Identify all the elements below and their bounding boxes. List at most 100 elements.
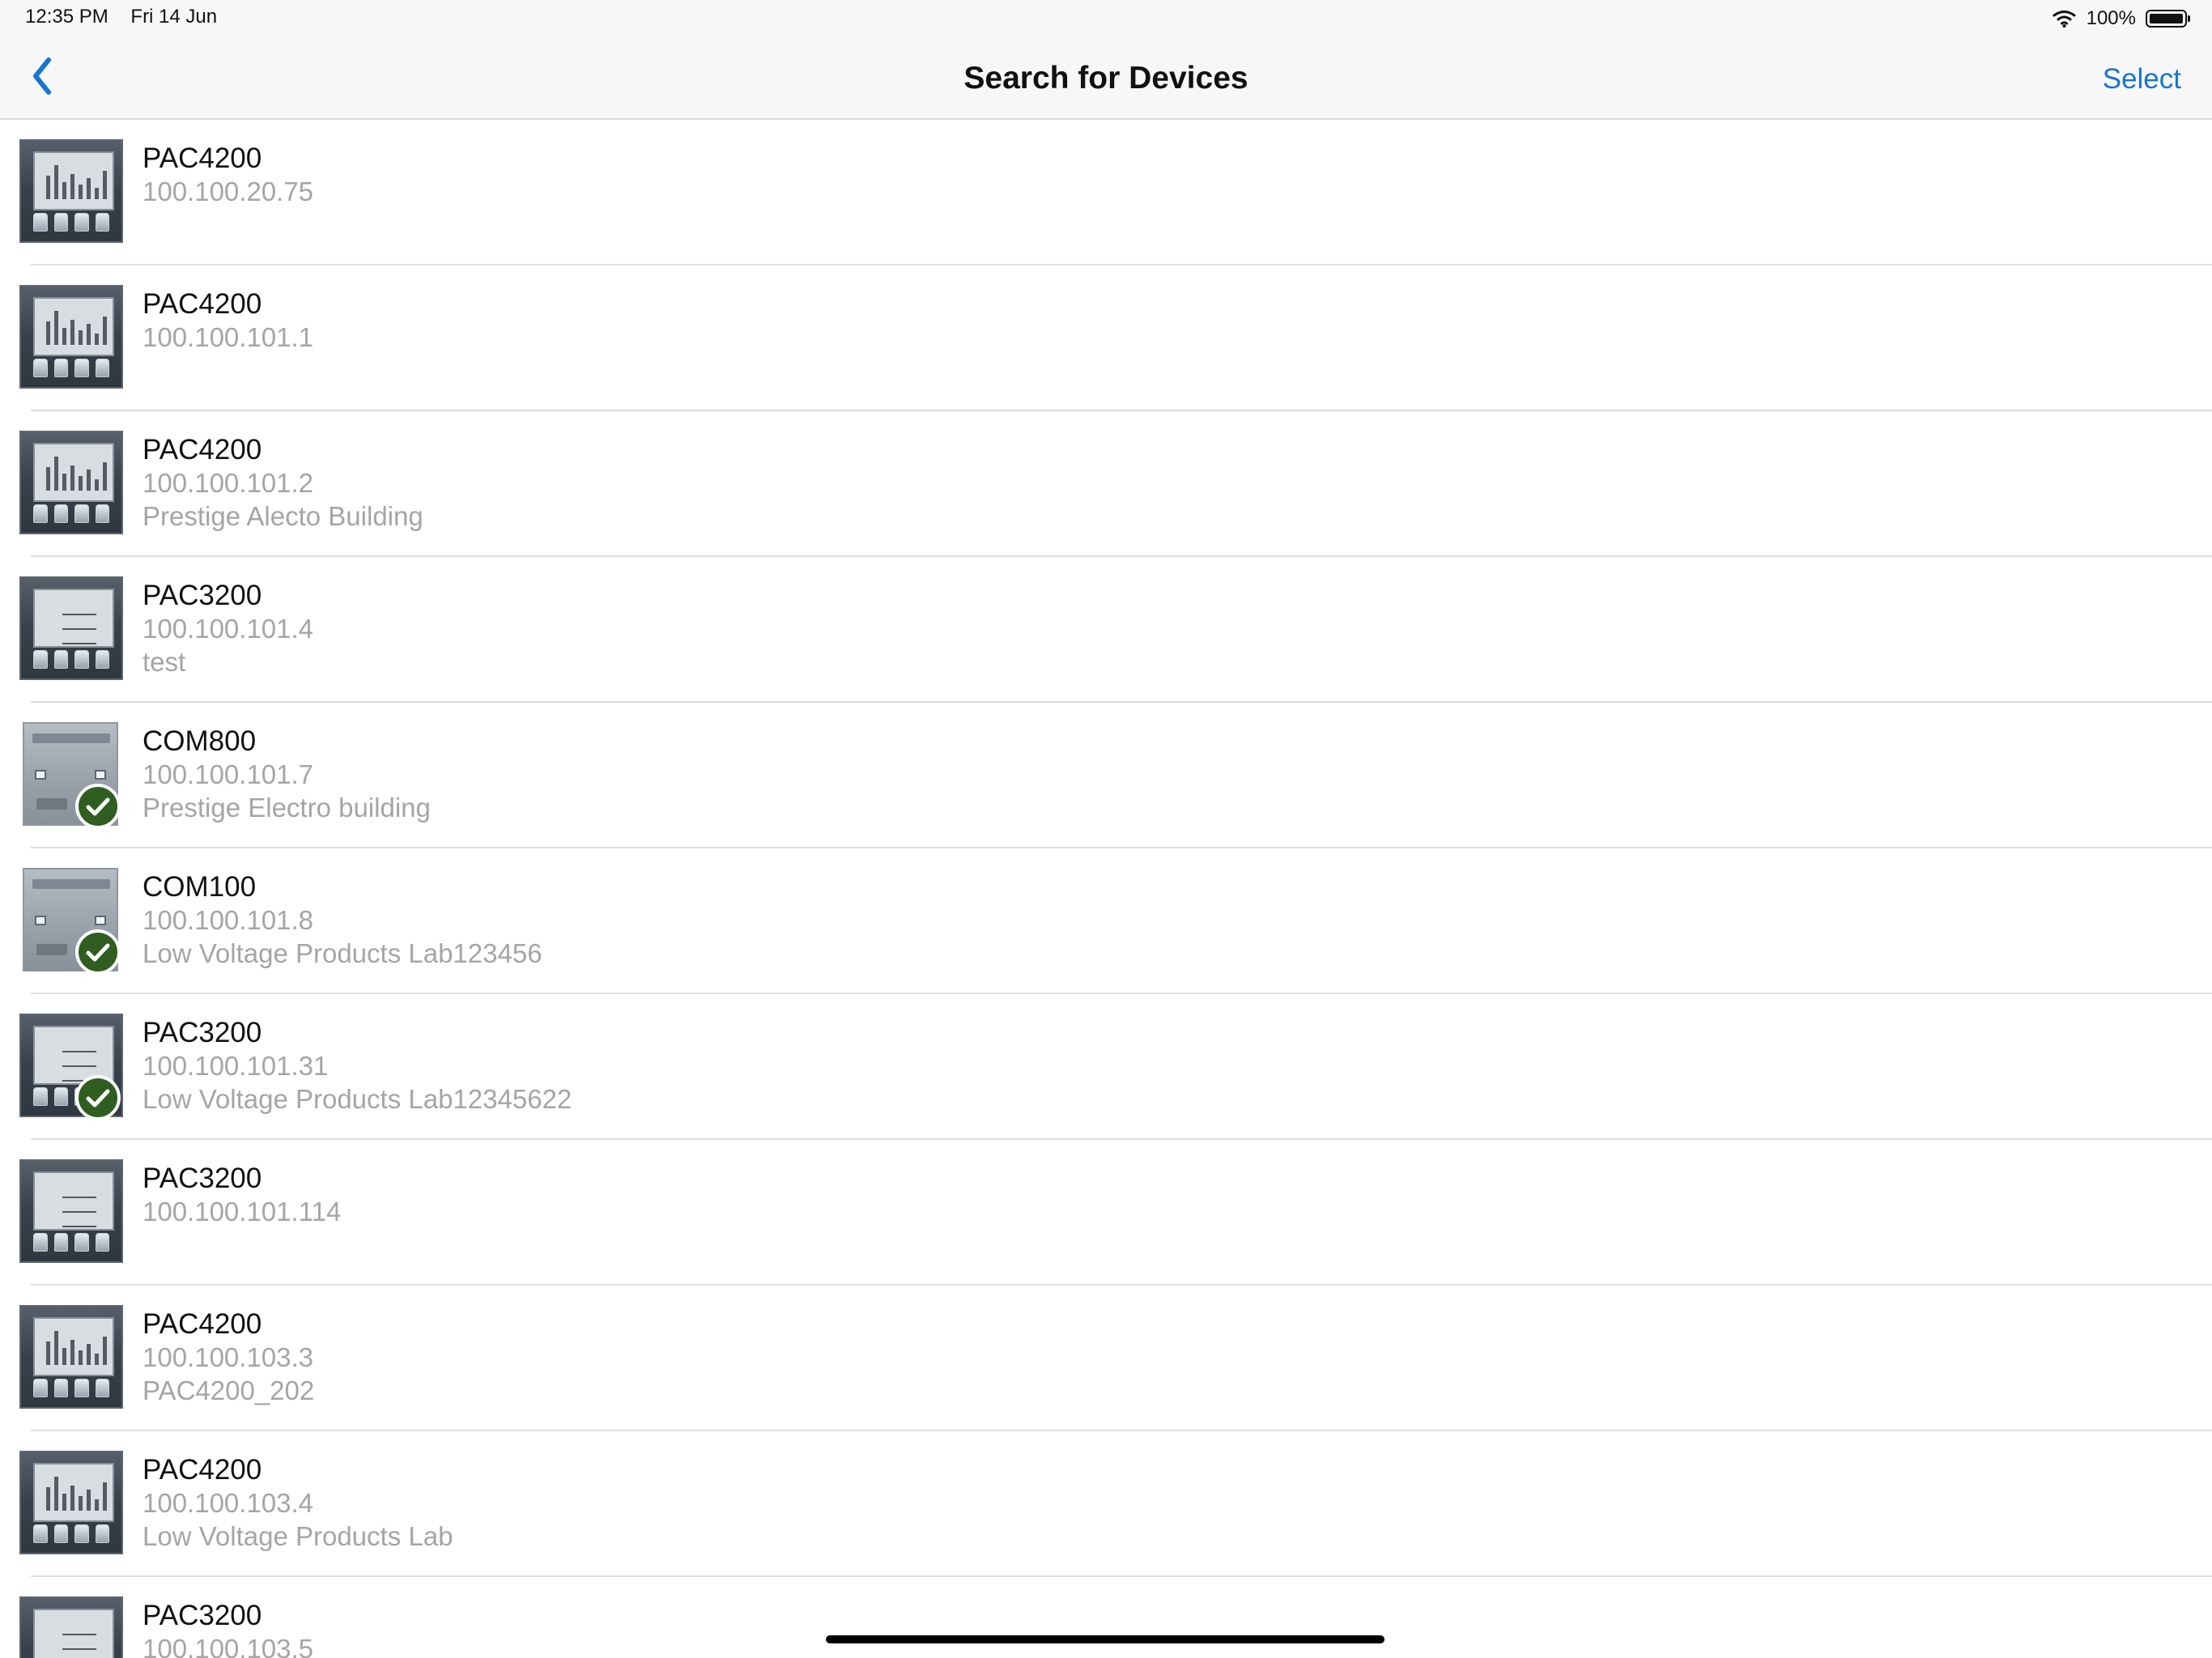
meter-button-icon xyxy=(53,1233,68,1252)
meter-button-icon xyxy=(53,504,68,523)
meter-button-icon xyxy=(53,1524,68,1543)
meter-display-mark xyxy=(62,1638,96,1650)
meter-button-icon xyxy=(53,1379,68,1397)
meter-display-mark xyxy=(103,1482,107,1511)
meter-button-icon xyxy=(53,650,68,669)
device-list-item[interactable]: PAC3200 100.100.103.5 xyxy=(0,1577,2212,1658)
meter-button-icon xyxy=(74,1233,89,1252)
meter-display-mark xyxy=(70,1486,74,1511)
power-meter-image xyxy=(19,431,123,534)
selected-check-icon xyxy=(75,929,121,975)
meter-buttons-icon xyxy=(33,650,109,669)
meter-display-icon xyxy=(33,151,114,210)
device-search-screen: 12:35 PM Fri 14 Jun 100% Search for Devi… xyxy=(0,0,2212,1658)
device-list-item[interactable]: PAC4200 100.100.20.75 xyxy=(0,120,2212,266)
meter-display-mark xyxy=(62,1494,66,1511)
meter-display-mark xyxy=(46,467,50,491)
power-meter-image xyxy=(19,285,123,389)
select-button[interactable]: Select xyxy=(2103,62,2181,97)
device-list-item[interactable]: PAC4200 100.100.101.1 xyxy=(0,266,2212,411)
device-thumbnail xyxy=(19,1014,123,1120)
meter-display-mark xyxy=(79,1496,83,1511)
meter-display-mark xyxy=(62,1623,96,1635)
device-name: PAC4200 xyxy=(143,1454,262,1486)
power-meter-image xyxy=(19,576,123,680)
meter-button-icon xyxy=(53,359,68,377)
power-meter-image xyxy=(19,1305,123,1409)
power-meter-image xyxy=(19,1159,123,1263)
device-thumbnail xyxy=(19,576,123,680)
meter-display-mark xyxy=(46,1487,50,1511)
device-thumbnail xyxy=(19,722,123,829)
meter-buttons-icon xyxy=(33,1233,109,1252)
meter-button-icon xyxy=(33,1524,48,1543)
meter-button-icon xyxy=(95,1524,109,1543)
device-list[interactable]: PAC4200 100.100.20.75 PAC4200 100.100.101.1… xyxy=(0,120,2212,1658)
device-thumbnail xyxy=(19,1159,123,1263)
selected-check-icon xyxy=(75,784,121,829)
device-ip-address: 100.100.103.5 xyxy=(143,1634,314,1658)
meter-display-mark xyxy=(87,1490,91,1511)
device-name: PAC3200 xyxy=(143,580,262,611)
device-name: PAC3200 xyxy=(143,1163,262,1194)
meter-display-mark xyxy=(79,330,83,345)
meter-button-icon xyxy=(95,359,109,377)
meter-display-mark xyxy=(62,474,66,491)
meter-display-mark xyxy=(54,457,58,491)
meter-buttons-icon xyxy=(33,1524,109,1543)
device-list-item[interactable]: COM800 100.100.101.7 Prestige Electro buil… xyxy=(0,703,2212,848)
device-list-item[interactable]: PAC3200 100.100.101.114 xyxy=(0,1140,2212,1286)
meter-display-icon xyxy=(33,589,114,648)
navigation-bar: Search for Devices Select xyxy=(0,37,2212,120)
meter-display-mark xyxy=(79,1350,83,1365)
meter-button-icon xyxy=(33,1087,48,1106)
device-thumbnail xyxy=(19,431,123,534)
module-port-left-icon xyxy=(35,770,46,780)
meter-button-icon xyxy=(33,1233,48,1252)
device-ip-address: 100.100.101.8 xyxy=(143,905,314,935)
status-indicators: 100% xyxy=(2052,6,2190,32)
meter-display-mark xyxy=(87,178,91,199)
meter-button-icon xyxy=(95,213,109,232)
power-meter-image xyxy=(19,139,123,243)
device-ip-address: 100.100.101.114 xyxy=(143,1197,342,1226)
meter-button-icon xyxy=(33,213,48,232)
device-location: Low Voltage Products Lab xyxy=(143,1521,453,1551)
home-indicator[interactable] xyxy=(826,1635,1385,1643)
meter-display-mark xyxy=(54,1331,58,1365)
device-list-item[interactable]: PAC3200 100.100.101.4 test xyxy=(0,557,2212,703)
status-time-date: 12:35 PM Fri 14 Jun xyxy=(25,6,217,28)
meter-display-mark xyxy=(62,618,96,630)
meter-display-mark xyxy=(87,1344,91,1365)
device-list-item[interactable]: PAC4200 100.100.103.4 Low Voltage Products… xyxy=(0,1431,2212,1577)
status-time: 12:35 PM xyxy=(25,6,108,28)
meter-display-mark xyxy=(54,311,58,345)
meter-button-icon xyxy=(53,213,68,232)
device-ip-address: 100.100.101.2 xyxy=(143,468,314,498)
device-list-item[interactable]: COM100 100.100.101.8 Low Voltage Products … xyxy=(0,848,2212,994)
status-date: Fri 14 Jun xyxy=(130,6,218,28)
device-list-item[interactable]: PAC4200 100.100.101.2 Prestige Alecto Buil… xyxy=(0,411,2212,557)
meter-display-mark xyxy=(46,1341,50,1365)
device-location: Low Voltage Products Lab12345622 xyxy=(143,1084,572,1114)
device-list-item[interactable]: PAC4200 100.100.103.3 PAC4200_202 xyxy=(0,1286,2212,1431)
device-thumbnail xyxy=(19,1596,123,1658)
battery-icon xyxy=(2146,10,2190,28)
meter-display-icon xyxy=(33,1463,114,1522)
meter-button-icon xyxy=(33,359,48,377)
meter-display-mark xyxy=(70,1340,74,1365)
meter-display-mark xyxy=(54,165,58,199)
device-ip-address: 100.100.103.3 xyxy=(143,1342,314,1372)
device-list-item[interactable]: PAC3200 100.100.101.31 Low Voltage Product… xyxy=(0,994,2212,1140)
meter-display-mark xyxy=(62,328,66,345)
power-meter-image xyxy=(19,1451,123,1554)
page-title: Search for Devices xyxy=(963,61,1249,96)
device-name: PAC4200 xyxy=(143,288,262,320)
meter-button-icon xyxy=(74,213,89,232)
device-location: Low Voltage Products Lab123456 xyxy=(143,938,542,968)
meter-button-icon xyxy=(95,1379,109,1397)
meter-buttons-icon xyxy=(33,504,109,523)
device-name: PAC4200 xyxy=(143,1308,262,1340)
meter-display-mark xyxy=(54,1477,58,1511)
meter-button-icon xyxy=(33,1379,48,1397)
